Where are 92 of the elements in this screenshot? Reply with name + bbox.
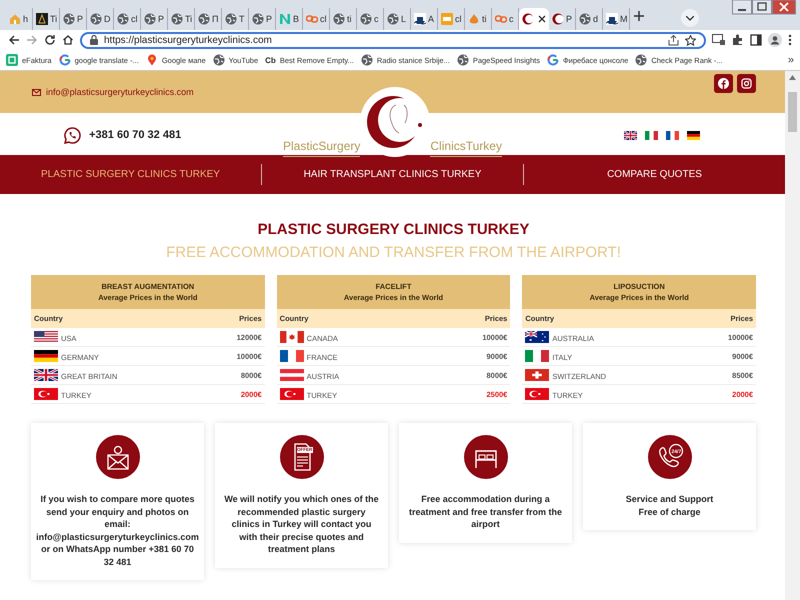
envelope-icon [96, 435, 140, 479]
globe-icon [252, 13, 264, 25]
link-icon [495, 13, 507, 25]
flag-icon [525, 350, 550, 362]
back-icon[interactable] [8, 34, 20, 46]
page-title: PLASTIC SURGERY CLINICS TURKEY [256, 221, 530, 238]
minimize-icon[interactable] [732, 0, 752, 15]
ship-icon [606, 13, 618, 25]
globe-icon [117, 13, 129, 25]
flag-icon [525, 388, 550, 400]
globe-icon [579, 13, 591, 25]
flag-icon [687, 130, 700, 140]
globe-icon [333, 13, 345, 25]
lock-icon [90, 35, 98, 45]
flame-icon [468, 13, 480, 25]
globe-icon [90, 13, 102, 25]
flag-icon [666, 130, 680, 140]
house-icon [9, 13, 21, 25]
facebook-button[interactable] [714, 74, 733, 93]
facebook-icon [718, 78, 729, 89]
maximize-icon[interactable] [752, 0, 772, 15]
home-icon[interactable] [62, 34, 74, 46]
card-text: If you wish to compare more quotes send your enquiry and photos on email: info@plasticsurgeryturkeyclinics.com or on WhatsApp number +381 60 70 32 481 [36, 493, 199, 568]
flag-icon [645, 130, 658, 140]
ship-icon [414, 13, 426, 25]
map-pin-icon [146, 54, 158, 66]
bookmark-logo-text: Cb [265, 56, 276, 64]
globe-icon [360, 13, 372, 25]
google-icon [58, 54, 71, 66]
menu-icon[interactable] [788, 34, 792, 46]
nav-link[interactable]: HAIR TRANSPLANT CLINICS TURKEY [262, 169, 523, 180]
mail-icon [32, 88, 41, 96]
flag-icon [624, 130, 638, 140]
phone-number: +381 60 70 32 481 [89, 129, 182, 141]
puzzle-icon[interactable] [732, 34, 744, 46]
globe-icon [171, 13, 183, 25]
tab-search-button[interactable] [681, 9, 699, 27]
more-bookmarks[interactable]: » [788, 54, 794, 66]
profile-icon[interactable] [768, 33, 782, 47]
flag-icon [280, 388, 304, 400]
caret-icon [686, 16, 694, 20]
crescent-icon [522, 13, 534, 25]
emblem-icon [36, 13, 48, 25]
instagram-button[interactable] [737, 74, 756, 93]
flag-icon [525, 331, 550, 343]
email-link[interactable]: info@plasticsurgeryturkeyclinics.com [46, 87, 194, 97]
side-panel-icon[interactable] [750, 34, 762, 46]
globe-icon [387, 13, 399, 25]
scroll-up-icon[interactable] [789, 75, 796, 80]
crescent-icon [552, 13, 564, 25]
flag-icon [34, 350, 58, 362]
reload-icon[interactable] [44, 34, 56, 46]
star-icon[interactable] [685, 34, 696, 46]
square-icon [441, 13, 453, 25]
bed-icon [464, 435, 508, 479]
globe-icon [225, 13, 237, 25]
offer-document-icon [280, 435, 324, 479]
n-letter-icon [279, 13, 291, 25]
whatsapp-icon [64, 126, 82, 144]
google-icon [546, 54, 559, 66]
share-icon[interactable] [668, 34, 679, 46]
close-icon[interactable] [772, 0, 796, 15]
page-subtitle: FREE ACCOMMODATION AND TRANSFER FROM THE AIRPORT! [165, 244, 622, 261]
extension-icon[interactable] [712, 34, 726, 46]
globe-icon [212, 54, 225, 66]
flag-icon [280, 350, 304, 362]
flag-icon [280, 369, 304, 381]
globe-icon [63, 13, 75, 25]
flag-icon [34, 369, 58, 381]
phone-icon [648, 435, 692, 479]
flag-icon [280, 331, 304, 343]
new-tab-icon[interactable] [634, 11, 644, 21]
close-tab-icon[interactable] [538, 15, 546, 23]
flag-icon [525, 369, 550, 381]
globe-icon [635, 54, 648, 66]
browser-tab[interactable] [519, 8, 549, 30]
instagram-icon [741, 78, 752, 89]
card-text: Free accommodation during a treatment and free transfer from the airport [408, 493, 564, 530]
nav-link[interactable]: COMPARE QUOTES [524, 169, 785, 180]
globe-icon [360, 54, 373, 66]
address-bar[interactable]: https://plasticsurgeryturkeyclinics.com [80, 32, 706, 48]
link-icon [306, 13, 318, 25]
flag-icon [34, 331, 58, 343]
card-text: We will notify you which ones of the recommended plastic surgery clinics in Turkey will contact you with their precise quotes and treatment plans [223, 493, 380, 556]
flag-icon [34, 388, 58, 400]
card-text: Service and Support Free of charge [626, 493, 714, 518]
globe-icon [198, 13, 210, 25]
invoice-icon [6, 54, 18, 66]
nav-link[interactable]: PLASTIC SURGERY CLINICS TURKEY [0, 169, 261, 180]
globe-icon [456, 54, 469, 66]
globe-icon [144, 13, 156, 25]
scrollbar-thumb[interactable] [788, 92, 797, 132]
